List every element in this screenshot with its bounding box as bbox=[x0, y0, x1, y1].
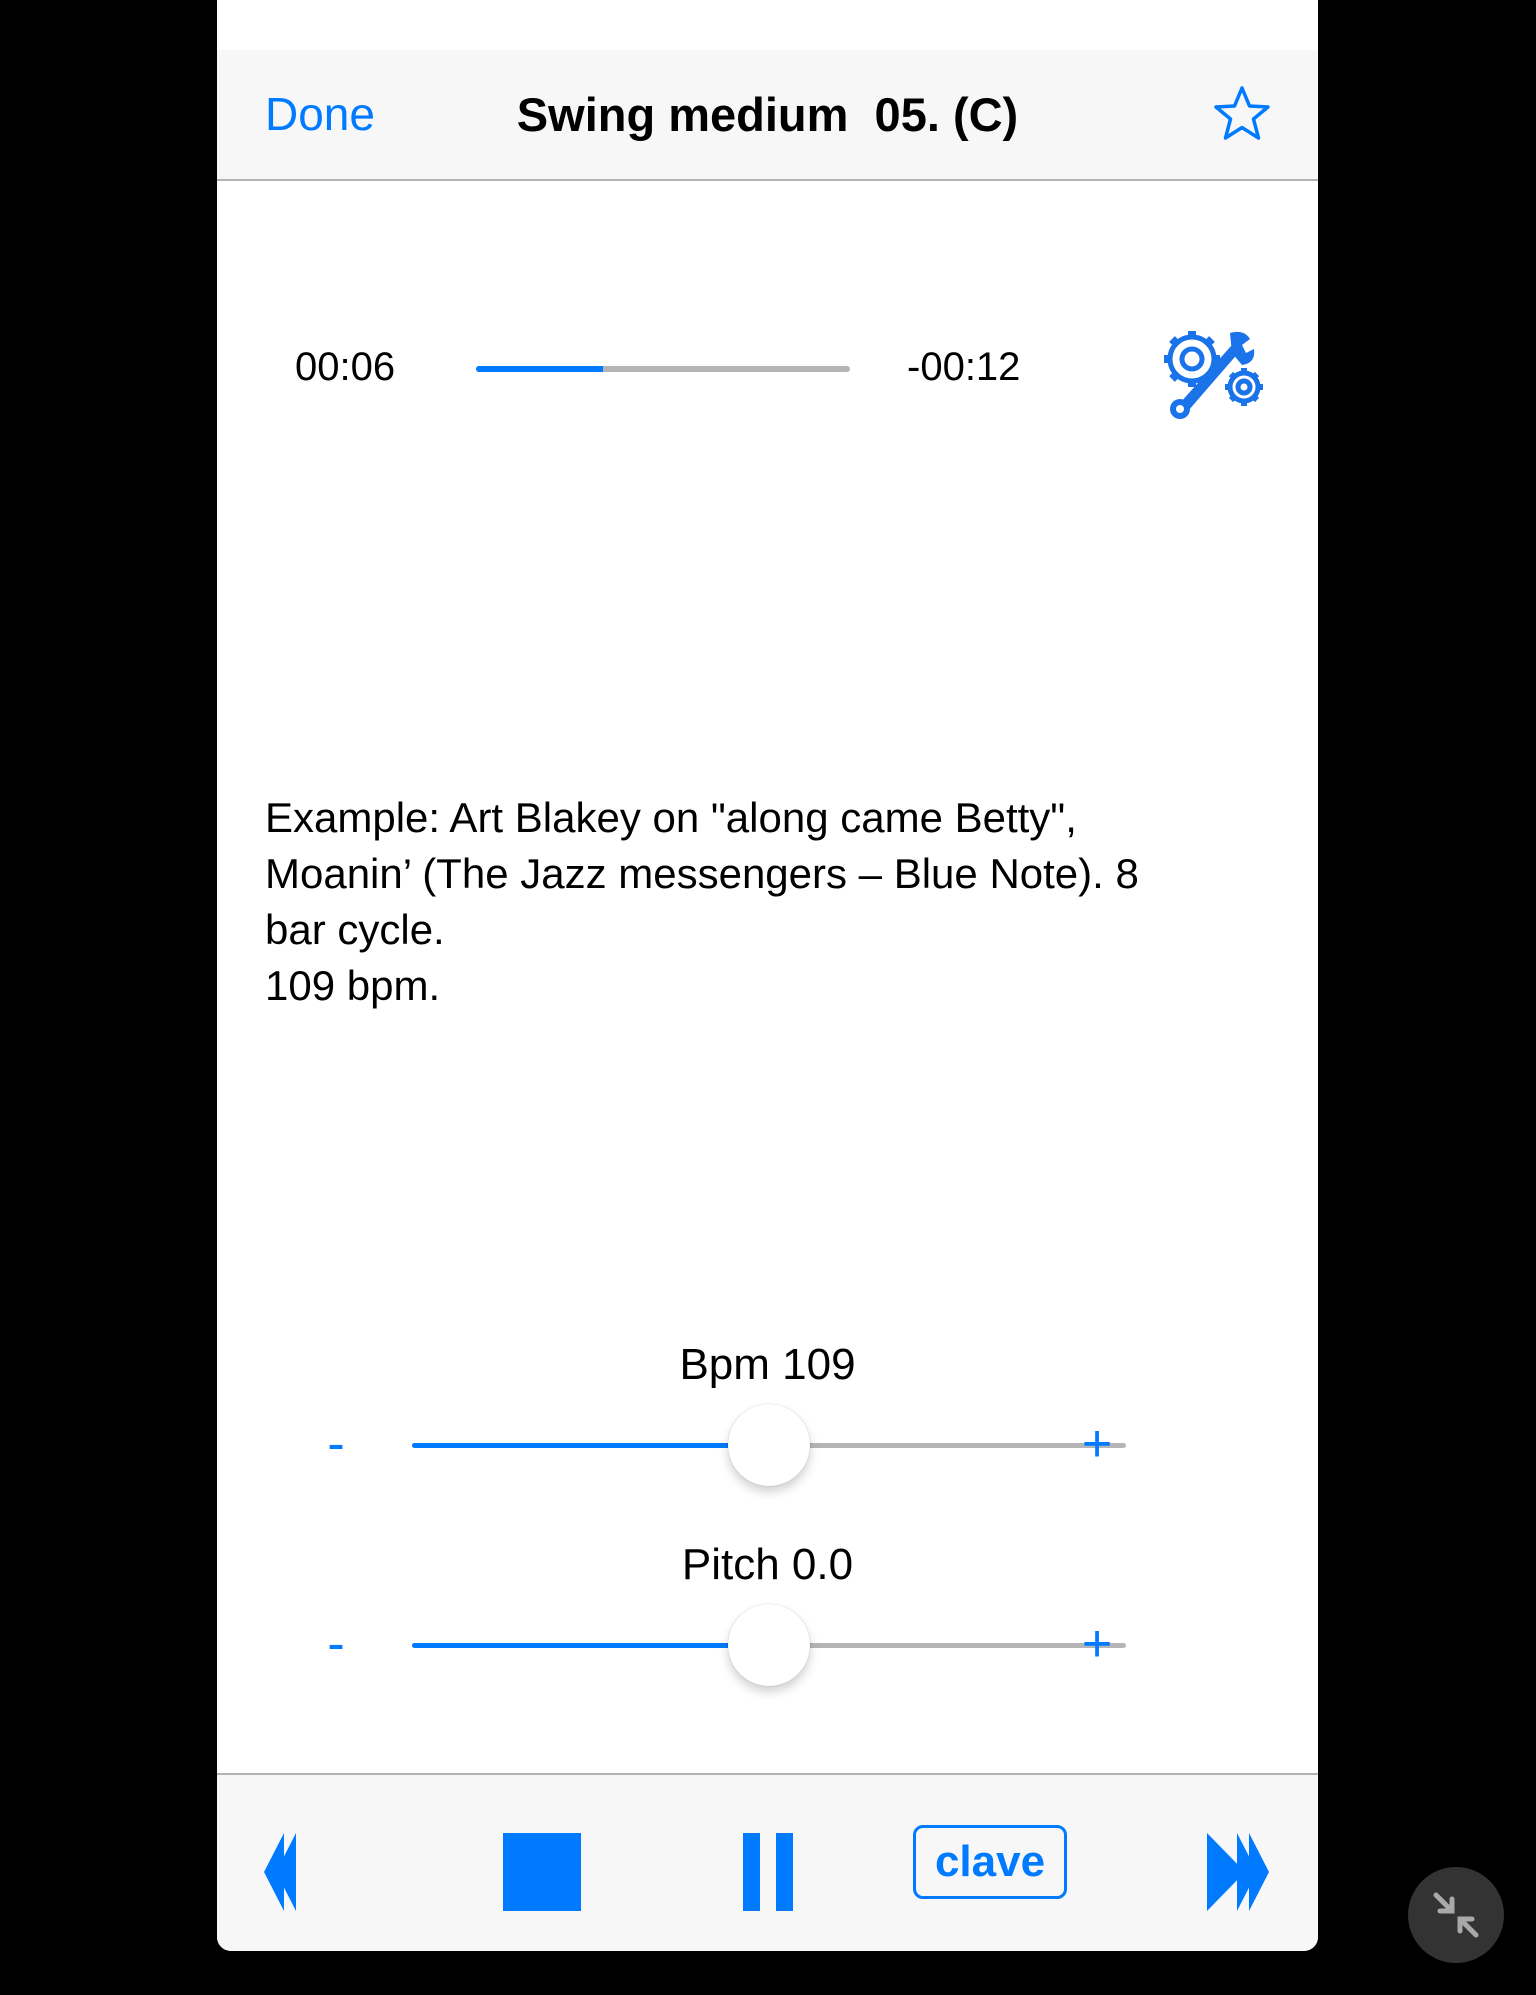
progress-fill bbox=[476, 366, 604, 372]
description-line: Moanin’ (The Jazz messengers – Blue Note… bbox=[265, 850, 1139, 897]
page-title: Swing medium 05. (C) bbox=[516, 88, 1019, 141]
playback-progress[interactable] bbox=[476, 366, 850, 372]
player-panel: Swing medium 05. (C) Done 00:06 -00:12 E… bbox=[217, 0, 1318, 1951]
settings-gears-wrench-icon[interactable] bbox=[1152, 323, 1272, 423]
pitch-increase-button[interactable]: + bbox=[1067, 1614, 1127, 1674]
bpm-slider[interactable] bbox=[412, 1404, 1126, 1486]
bpm-label: Bpm 109 bbox=[679, 1340, 856, 1389]
clave-button[interactable]: clave bbox=[913, 1825, 1067, 1899]
done-button[interactable]: Done bbox=[265, 50, 375, 179]
transport-toolbar: clave bbox=[217, 1773, 1318, 1951]
rewind-icon[interactable] bbox=[264, 1833, 326, 1911]
description-line: bar cycle. bbox=[265, 906, 445, 953]
pitch-decrease-button[interactable]: - bbox=[306, 1614, 366, 1674]
description-text: Example: Art Blakey on "along came Betty… bbox=[265, 790, 1275, 1014]
pitch-slider-thumb[interactable] bbox=[728, 1604, 810, 1686]
pitch-label: Pitch 0.0 bbox=[681, 1540, 854, 1589]
description-line: Example: Art Blakey on "along came Betty… bbox=[265, 794, 1077, 841]
description-line: 109 bpm. bbox=[265, 962, 441, 1009]
navigation-bar: Swing medium 05. (C) Done bbox=[217, 50, 1318, 181]
elapsed-time: 00:06 bbox=[295, 345, 396, 389]
pause-icon[interactable] bbox=[743, 1833, 793, 1911]
bpm-slider-thumb[interactable] bbox=[728, 1404, 810, 1486]
pitch-slider[interactable] bbox=[412, 1604, 1126, 1686]
fast-forward-icon[interactable] bbox=[1207, 1833, 1269, 1911]
bpm-increase-button[interactable]: + bbox=[1067, 1414, 1127, 1474]
bpm-slider-fill bbox=[412, 1443, 769, 1448]
pitch-slider-fill bbox=[412, 1643, 769, 1648]
shrink-arrows-icon bbox=[1433, 1892, 1479, 1938]
exit-fullscreen-button[interactable] bbox=[1408, 1867, 1504, 1963]
star-icon[interactable] bbox=[1212, 84, 1272, 144]
stop-icon[interactable] bbox=[503, 1833, 581, 1911]
remaining-time: -00:12 bbox=[907, 345, 1021, 389]
bpm-decrease-button[interactable]: - bbox=[306, 1414, 366, 1474]
